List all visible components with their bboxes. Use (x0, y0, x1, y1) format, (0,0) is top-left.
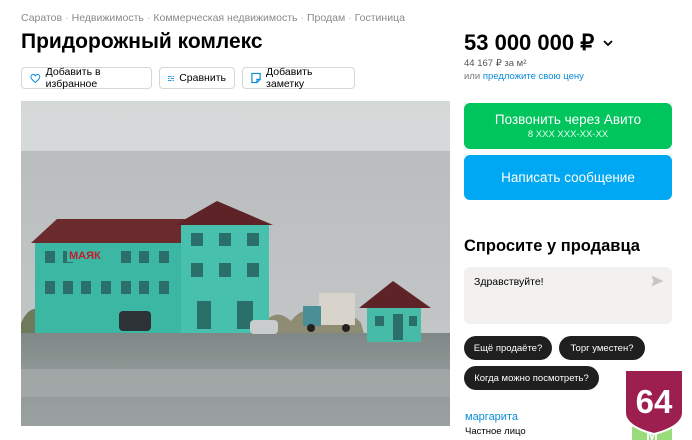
add-note-button[interactable]: Добавить заметку (242, 66, 355, 90)
quick-question-bargain[interactable]: Торг уместен? (559, 336, 645, 360)
write-message-label: Написать сообщение (501, 170, 635, 185)
region-64-badge-text: 64 (636, 383, 673, 420)
call-button-label: Позвонить через Авито (494, 112, 642, 127)
question-input-value: Здравствуйте! (474, 276, 544, 288)
compare-icon (168, 75, 175, 81)
add-to-favorites-button[interactable]: Добавить в избранное (21, 66, 152, 90)
breadcrumb-item-sell[interactable]: Продам (307, 12, 345, 24)
call-via-avito-button[interactable]: Позвонить через Авито 8 XXX XXX-XX-XX (464, 103, 672, 149)
page-title: Придорожный комлекс (21, 30, 263, 53)
question-input[interactable]: Здравствуйте! (464, 267, 672, 324)
chevron-down-icon[interactable] (603, 39, 613, 47)
breadcrumb: Саратов · Недвижимость · Коммерческая недвиж… (21, 12, 405, 24)
breadcrumb-separator: · (348, 12, 352, 24)
quick-question-label: Торг уместен? (570, 342, 634, 354)
price[interactable]: 53 000 000 ₽ (464, 30, 613, 56)
seller-type: Частное лицо (465, 426, 526, 437)
offer-or-text: или (464, 71, 481, 82)
ask-seller-title: Спросите у продавца (464, 237, 640, 255)
breadcrumb-separator: · (300, 12, 304, 24)
offer-price-link[interactable]: предложите свою цену (483, 71, 584, 82)
listing-actions: Добавить в избранное Сравнить Добавить з… (21, 66, 355, 90)
heart-icon (30, 73, 41, 83)
price-per-square-meter: 44 167 ₽ за м² (464, 58, 527, 69)
add-to-favorites-label: Добавить в избранное (45, 66, 101, 90)
breadcrumb-item-city[interactable]: Саратов (21, 12, 62, 24)
breadcrumb-separator: · (65, 12, 69, 24)
listing-photo[interactable]: МАЯК (21, 101, 450, 426)
quick-question-label: Ещё продаёте? (473, 342, 543, 354)
quick-question-label: Когда можно посмотреть? (474, 372, 589, 384)
add-note-label: Добавить заметку (266, 66, 313, 90)
compare-label: Сравнить (179, 72, 226, 84)
breadcrumb-item-hotel[interactable]: Гостиница (355, 12, 405, 24)
quick-question-viewing[interactable]: Когда можно посмотреть? (464, 366, 599, 390)
breadcrumb-item-realty[interactable]: Недвижимость (72, 12, 144, 24)
photo-gallery[interactable]: МАЯК (21, 101, 450, 426)
note-icon (251, 72, 261, 84)
quick-question-still-selling[interactable]: Ещё продаёте? (464, 336, 552, 360)
seller-name-link[interactable]: маргарита (465, 411, 518, 423)
breadcrumb-separator: · (146, 12, 151, 24)
send-icon[interactable] (651, 275, 664, 287)
write-message-button[interactable]: Написать сообщение (464, 155, 672, 200)
offer-price-line: или предложите свою цену (464, 71, 584, 82)
call-button-number: 8 XXX XXX-XX-XX (527, 129, 609, 140)
compare-button[interactable]: Сравнить (159, 67, 235, 89)
region-64-badge: 64 (624, 369, 684, 435)
price-value: 53 000 000 ₽ (464, 30, 595, 55)
building-sign-text: МАЯК (69, 250, 101, 262)
breadcrumb-item-commercial[interactable]: Коммерческая недвижимость (153, 12, 297, 24)
